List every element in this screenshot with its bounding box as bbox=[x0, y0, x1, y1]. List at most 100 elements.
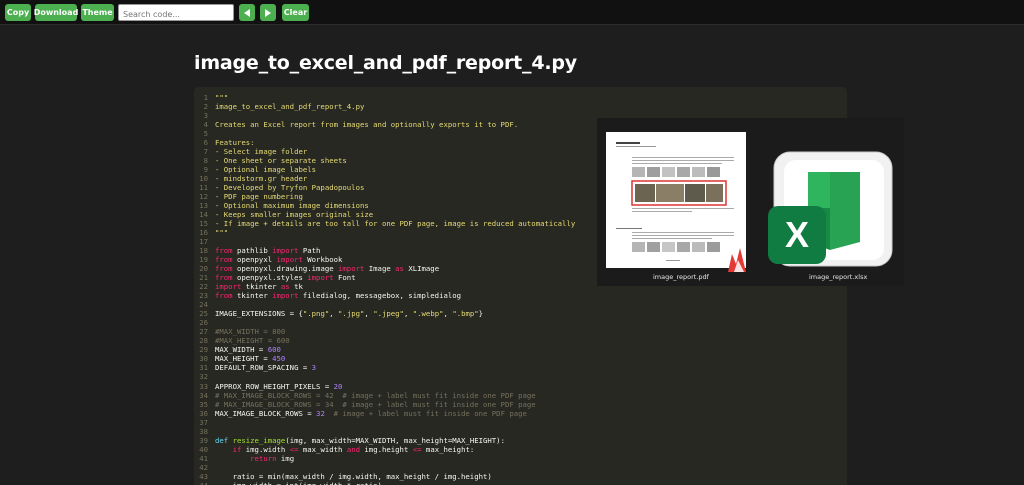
code-token: import bbox=[272, 291, 299, 301]
code-token: 3 bbox=[311, 363, 317, 373]
code-line: 12 - PDF page numbering bbox=[194, 192, 575, 201]
code-token: - Optional image labels bbox=[215, 165, 317, 175]
code-token: Creates an Excel report from images and … bbox=[215, 120, 519, 130]
code-token: as bbox=[280, 282, 290, 292]
code-line: 30 MAX_HEIGHT = 450 bbox=[194, 354, 575, 363]
line-number: 27 bbox=[199, 327, 208, 337]
previous-match-button[interactable] bbox=[239, 4, 255, 21]
code-token: filedialog, messagebox, simpledialog bbox=[298, 291, 462, 301]
code-token: - If image + details are too tall for on… bbox=[215, 219, 576, 229]
code-token: APPROX_ROW_HEIGHT_PIXELS = bbox=[215, 381, 334, 391]
code-token: openpyxl.styles bbox=[232, 273, 308, 283]
code-token: resize_image bbox=[232, 435, 286, 445]
next-match-button[interactable] bbox=[260, 4, 276, 21]
code-token: openpyxl bbox=[232, 255, 277, 265]
code-line: 2 image_to_excel_and_pdf_report_4.py bbox=[194, 102, 575, 111]
code-line: 8 - One sheet or separate sheets bbox=[194, 156, 575, 165]
code-token: <= bbox=[412, 444, 422, 454]
line-number: 44 bbox=[194, 481, 208, 485]
code-token: 32 bbox=[316, 408, 325, 418]
line-number: 19 bbox=[199, 255, 208, 265]
code-line: 31 DEFAULT_ROW_SPACING = 3 bbox=[194, 363, 575, 372]
code-token: DEFAULT_ROW_SPACING = bbox=[215, 363, 312, 373]
code-token: MAX_HEIGHT = bbox=[215, 354, 273, 364]
line-number: 9 bbox=[203, 165, 208, 175]
code-token: import bbox=[276, 255, 303, 265]
code-line: 26 bbox=[194, 318, 575, 327]
line-number: 32 bbox=[199, 372, 208, 382]
code-token: Features: bbox=[215, 138, 255, 148]
line-number: 8 bbox=[203, 156, 208, 166]
code-token: ratio = min(max_width / img.width, max_h… bbox=[215, 471, 492, 481]
code-token: Image bbox=[364, 264, 396, 274]
download-button[interactable]: Download bbox=[34, 4, 78, 21]
code-token: tkinter bbox=[232, 291, 273, 301]
line-number: 4 bbox=[203, 120, 208, 130]
code-token: import bbox=[307, 273, 334, 283]
code-token: img bbox=[276, 453, 295, 463]
code-line: 4 Creates an Excel report from images and… bbox=[194, 120, 575, 129]
code-token: 20 bbox=[333, 381, 343, 391]
code-token: # MAX_IMAGE_BLOCK_ROWS = 34 # image + la… bbox=[215, 399, 536, 409]
line-number: 20 bbox=[199, 264, 208, 274]
search-input[interactable] bbox=[118, 4, 234, 21]
code-token: def bbox=[215, 435, 229, 445]
code-token: tkinter bbox=[241, 282, 281, 292]
code-token: - PDF page numbering bbox=[215, 192, 303, 202]
line-number: 18 bbox=[199, 246, 208, 256]
code-token: <= bbox=[289, 444, 299, 454]
code-token: img.width = int(img.width * ratio) bbox=[215, 481, 382, 485]
code-token: ".png" bbox=[302, 309, 330, 319]
code-token: , bbox=[364, 309, 374, 319]
code-token: and bbox=[346, 444, 361, 454]
code-line: 32 bbox=[194, 372, 575, 381]
line-number: 14 bbox=[199, 210, 208, 220]
code-line: 15 - If image + details are too tall for … bbox=[194, 219, 575, 228]
clear-button[interactable]: Clear bbox=[282, 4, 309, 21]
code-token: img.height bbox=[360, 444, 413, 454]
code-line: 16 """ bbox=[194, 228, 575, 237]
copy-button[interactable]: Copy bbox=[5, 4, 31, 21]
code-token: import bbox=[272, 246, 299, 256]
code-line: 27 #MAX_WIDTH = 800 bbox=[194, 327, 575, 336]
code-token: pathlib bbox=[232, 246, 273, 256]
code-token: MAX_WIDTH = bbox=[215, 345, 268, 355]
line-number: 10 bbox=[199, 174, 208, 184]
line-number: 15 bbox=[199, 219, 208, 229]
line-number: 43 bbox=[199, 471, 208, 481]
code-line: 13 - Optional maximum image dimensions bbox=[194, 201, 575, 210]
line-number: 42 bbox=[199, 462, 208, 472]
code-line: 20 from openpyxl.drawing.image import Ima… bbox=[194, 264, 575, 273]
code-token: - One sheet or separate sheets bbox=[215, 156, 347, 166]
line-number: 2 bbox=[203, 102, 208, 112]
line-number: 29 bbox=[199, 345, 208, 355]
code-line: 28 #MAX_HEIGHT = 600 bbox=[194, 336, 575, 345]
code-line: 39 def resize_image(img, max_width=MAX_WI… bbox=[194, 436, 575, 445]
line-number: 21 bbox=[199, 273, 208, 283]
line-number: 28 bbox=[199, 336, 208, 346]
code-token: ".webp" bbox=[412, 309, 444, 319]
code-line: 14 - Keeps smaller images original size bbox=[194, 210, 575, 219]
line-number: 33 bbox=[199, 381, 208, 391]
code-token: Path bbox=[298, 246, 321, 256]
line-number: 38 bbox=[199, 426, 208, 436]
code-token: # image + label must fit inside one PDF … bbox=[324, 408, 527, 418]
code-line: 37 bbox=[194, 418, 575, 427]
code-token: from bbox=[215, 246, 233, 256]
code-line: 5 bbox=[194, 129, 575, 138]
line-number: 34 bbox=[199, 390, 208, 400]
arrow-left-icon bbox=[244, 8, 250, 17]
line-number: 39 bbox=[199, 435, 208, 445]
line-number: 7 bbox=[203, 147, 208, 157]
code-token: 450 bbox=[272, 354, 286, 364]
code-line: 25 IMAGE_EXTENSIONS = {".png", ".jpg", ".… bbox=[194, 309, 575, 318]
code-line: 6 Features: bbox=[194, 138, 575, 147]
code-token: img.width bbox=[241, 444, 290, 454]
code-line: 22 import tkinter as tk bbox=[194, 282, 575, 291]
code-line: 21 from openpyxl.styles import Font bbox=[194, 273, 575, 282]
code-token: - Keeps smaller images original size bbox=[215, 210, 374, 220]
code-token: import bbox=[338, 264, 365, 274]
theme-button[interactable]: Theme bbox=[81, 4, 114, 21]
code-token: Workbook bbox=[302, 255, 343, 265]
code-token: ".jpeg" bbox=[373, 309, 404, 319]
